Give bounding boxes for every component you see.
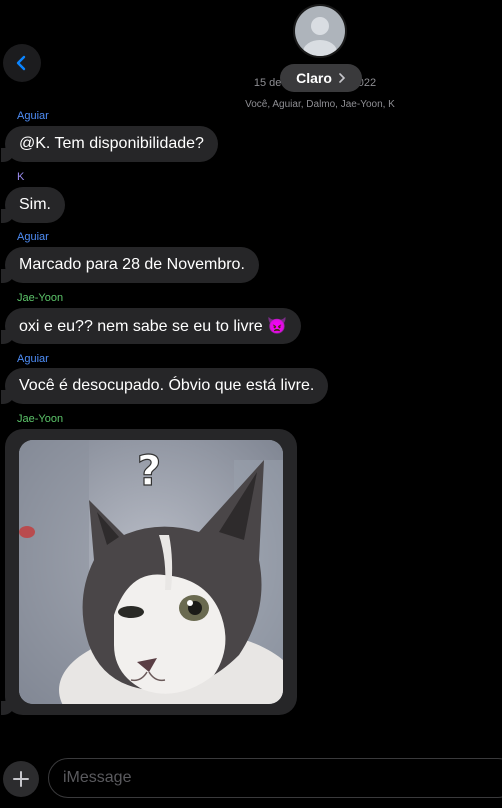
message-bubble[interactable]: oxi e eu?? nem sabe se eu to livre 👿 [0,308,302,344]
contact-name: Claro [296,70,332,86]
add-attachment-button[interactable] [3,761,39,797]
message-bubble[interactable]: Marcado para 28 de Novembro. [1,247,259,283]
svg-text:?: ? [137,446,161,495]
message-input[interactable] [48,758,502,798]
chevron-left-icon [16,55,26,71]
contact-name-button[interactable]: Claro [280,64,362,92]
message-bubble[interactable]: Você é desocupado. Óbvio que está livre. [0,368,329,404]
participants-list: Você, Aguiar, Dalmo, Jae-Yoon, K [245,99,395,110]
message-bubble[interactable]: Sim. [1,187,65,223]
message-sender: Jae-Yoon [17,413,64,425]
chevron-right-icon [339,73,346,83]
message-sender: Aguiar [17,110,49,122]
confused-cat-image: ? [19,440,283,704]
plus-icon [13,771,29,787]
person-icon [303,17,337,56]
message-sender: Aguiar [17,231,49,243]
message-sender: Aguiar [17,353,49,365]
message-sender: K [17,171,25,183]
contact-avatar[interactable] [295,6,345,56]
message-bubble[interactable]: @K. Tem disponibilidade? [1,126,218,162]
message-sender: Jae-Yoon [17,292,64,304]
back-button[interactable] [3,44,41,82]
image-message-bubble[interactable]: ? [1,429,297,715]
cat-photo[interactable]: ? [19,440,283,704]
